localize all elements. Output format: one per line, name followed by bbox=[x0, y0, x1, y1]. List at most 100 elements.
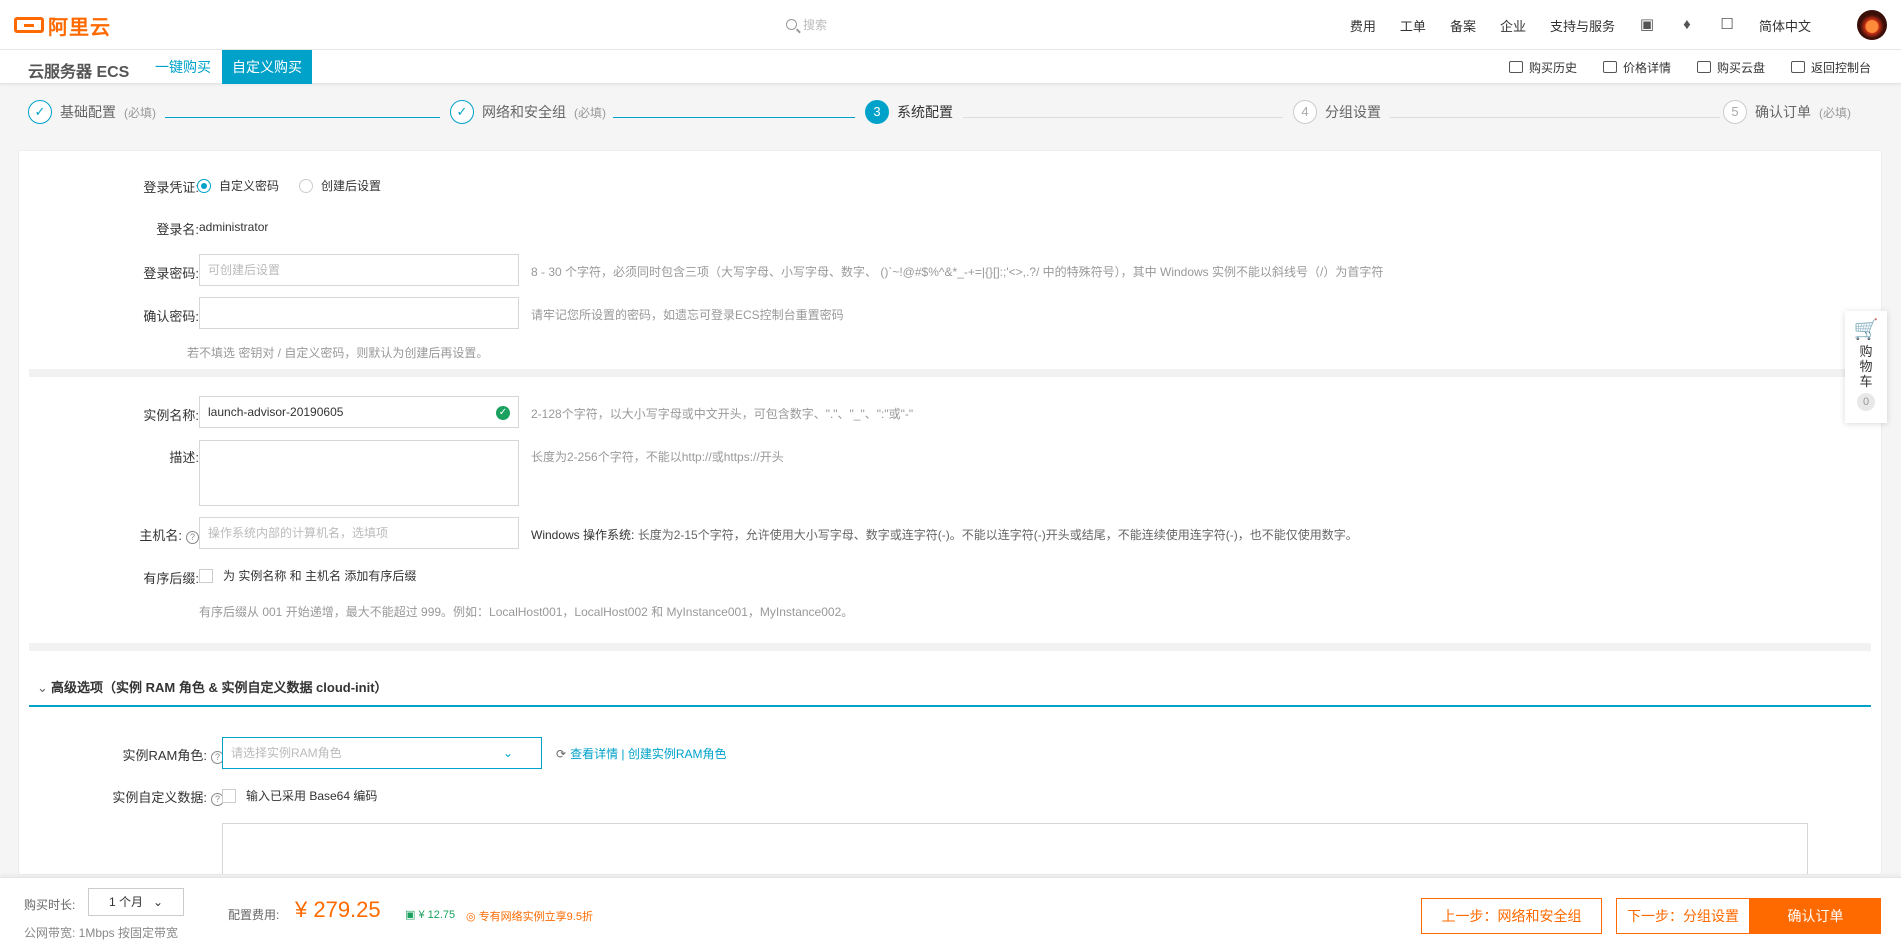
next-step-button[interactable]: 下一步：分组设置 bbox=[1616, 898, 1750, 934]
ram-role-links-text[interactable]: 查看详情 | 创建实例RAM角色 bbox=[570, 745, 726, 762]
description-label: 描述: bbox=[169, 450, 199, 465]
ram-role-label-text: 实例RAM角色: bbox=[122, 748, 207, 763]
back-console-link[interactable]: 返回控制台 bbox=[1790, 59, 1871, 76]
radio-custom-password[interactable]: 自定义密码 bbox=[197, 177, 279, 194]
step-basic[interactable]: ✓ 基础配置 (必填) bbox=[28, 100, 156, 124]
step-confirm[interactable]: 5 确认订单 (必填) bbox=[1723, 100, 1851, 124]
buy-disk-link[interactable]: 购买云盘 bbox=[1696, 59, 1765, 76]
history-cart-icon bbox=[1508, 60, 1523, 73]
login-note: 若不填选 密钥对 / 自定义密码，则默认为创建后再设置。 bbox=[187, 346, 489, 360]
nav-link-fees[interactable]: 费用 bbox=[1350, 16, 1376, 35]
description-hint: 长度为2-256个字符，不能以http://或https://开头 bbox=[531, 450, 784, 464]
user-data-label: 实例自定义数据:? bbox=[59, 787, 224, 806]
duration-select[interactable]: 1 个月 ⌄ bbox=[88, 888, 184, 916]
search-placeholder: 搜索 bbox=[803, 18, 828, 32]
step-group[interactable]: 4 分组设置 bbox=[1293, 100, 1381, 124]
subnav-actions: 购买历史 价格详情 购买云盘 返回控制台 bbox=[1508, 50, 1871, 84]
checkbox-icon bbox=[222, 788, 236, 803]
ram-role-placeholder: 请选择实例RAM角色 bbox=[231, 746, 342, 760]
confirm-password-input[interactable] bbox=[199, 297, 519, 329]
instance-name-value: launch-advisor-20190605 bbox=[208, 405, 344, 419]
fee-label: 配置费用: bbox=[228, 908, 280, 922]
aliyun-logo[interactable]: 阿里云 bbox=[14, 14, 111, 39]
global-search[interactable]: 搜索 bbox=[786, 16, 827, 33]
promo-icon: ◎ bbox=[466, 911, 476, 923]
radio-set-later[interactable]: 创建后设置 bbox=[299, 177, 381, 194]
seq-suffix-label: 有序后缀: bbox=[143, 571, 199, 586]
seq-suffix-checkbox[interactable]: 为 实例名称 和 主机名 添加有序后缀 bbox=[199, 567, 416, 584]
user-data-textarea[interactable] bbox=[222, 823, 1808, 874]
disk-icon bbox=[1696, 60, 1711, 73]
confirm-password-label: 确认密码: bbox=[143, 309, 199, 324]
avatar[interactable] bbox=[1857, 10, 1887, 40]
top-links: 费用 工单 备案 企业 支持与服务 ▣ ♦ ☐ 简体中文 bbox=[1350, 0, 1811, 50]
ram-role-select[interactable]: 请选择实例RAM角色 ⌄ bbox=[222, 737, 542, 769]
help-icon[interactable]: ? bbox=[186, 531, 199, 544]
step-number: 4 bbox=[1293, 100, 1317, 124]
advanced-options-title: 高级选项（实例 RAM 角色 & 实例自定义数据 cloud-init） bbox=[51, 680, 388, 695]
instance-name-input[interactable]: launch-advisor-20190605 ✓ bbox=[199, 396, 519, 428]
bandwidth-info: 公网带宽: 1Mbps 按固定带宽 bbox=[24, 926, 179, 940]
logo-text: 阿里云 bbox=[48, 16, 111, 39]
hostname-hint-os: Windows 操作系统: bbox=[531, 528, 635, 542]
bell-icon[interactable]: ♦ bbox=[1679, 17, 1695, 32]
price-detail-label: 价格详情 bbox=[1622, 60, 1671, 75]
floating-cart[interactable]: 🛒 购物车 0 bbox=[1845, 311, 1887, 423]
step-required: (必填) bbox=[124, 105, 156, 120]
ram-role-links[interactable]: ⟳ 查看详情 | 创建实例RAM角色 bbox=[556, 745, 727, 762]
purchase-history-link[interactable]: 购买历史 bbox=[1508, 59, 1577, 76]
step-label: 基础配置 bbox=[60, 104, 116, 120]
radio-unchecked-icon bbox=[299, 178, 313, 193]
advanced-options-header[interactable]: ⌄ 高级选项（实例 RAM 角色 & 实例自定义数据 cloud-init） bbox=[29, 671, 1871, 707]
prev-step-button[interactable]: 上一步：网络和安全组 bbox=[1421, 898, 1602, 934]
terminal-icon[interactable]: ▣ bbox=[1639, 17, 1655, 32]
nav-link-tickets[interactable]: 工单 bbox=[1400, 16, 1426, 35]
step-required: (必填) bbox=[1819, 105, 1851, 120]
step-label: 确认订单 bbox=[1755, 104, 1811, 120]
step-system[interactable]: 3 系统配置 bbox=[865, 100, 953, 124]
description-textarea[interactable] bbox=[199, 440, 519, 506]
refresh-icon[interactable]: ⟳ bbox=[556, 747, 566, 761]
purchase-history-label: 购买历史 bbox=[1528, 60, 1577, 75]
password-input[interactable]: 可创建后设置 bbox=[199, 254, 519, 286]
hostname-placeholder: 操作系统内部的计算机名，选填项 bbox=[208, 526, 389, 540]
back-console-label: 返回控制台 bbox=[1810, 60, 1871, 75]
price-detail-link[interactable]: 价格详情 bbox=[1602, 59, 1671, 76]
confirm-order-button[interactable]: 确认订单 bbox=[1750, 898, 1881, 934]
product-subnav: 云服务器 ECS 一键购买 自定义购买 购买历史 价格详情 购买云盘 返回控制台 bbox=[0, 50, 1901, 84]
saving-amount: ▣ ¥ 12.75 bbox=[405, 908, 455, 921]
step-number: 5 bbox=[1723, 100, 1747, 124]
nav-link-icp[interactable]: 备案 bbox=[1450, 16, 1476, 35]
price-icon bbox=[1602, 60, 1617, 73]
base64-checkbox[interactable]: 输入已采用 Base64 编码 bbox=[222, 787, 377, 804]
login-cred-label: 登录凭证: bbox=[143, 180, 199, 195]
tab-custom-buy[interactable]: 自定义购买 bbox=[222, 50, 312, 84]
product-title: 云服务器 ECS bbox=[28, 64, 130, 81]
buy-disk-label: 购买云盘 bbox=[1716, 60, 1765, 75]
login-name-label: 登录名: bbox=[156, 222, 199, 237]
nav-link-support[interactable]: 支持与服务 bbox=[1550, 16, 1615, 35]
tab-quick-buy[interactable]: 一键购买 bbox=[145, 50, 221, 84]
cart-icon[interactable]: ☐ bbox=[1719, 17, 1735, 32]
radio-label: 自定义密码 bbox=[219, 179, 280, 193]
valid-check-icon: ✓ bbox=[496, 406, 510, 420]
step-network[interactable]: ✓ 网络和安全组 (必填) bbox=[450, 100, 606, 124]
hostname-input[interactable]: 操作系统内部的计算机名，选填项 bbox=[199, 517, 519, 549]
hostname-hint: Windows 操作系统: 长度为2-15个字符，允许使用大小写字母、数字或连字… bbox=[531, 526, 1358, 543]
promo-label: 专有网络实例立享9.5折 bbox=[478, 911, 593, 923]
seq-suffix-text: 为 实例名称 和 主机名 添加有序后缀 bbox=[223, 569, 417, 583]
hostname-label-text: 主机名: bbox=[139, 528, 182, 543]
seq-suffix-hint: 有序后缀从 001 开始递增，最大不能超过 999。例如：LocalHost00… bbox=[199, 605, 854, 619]
login-password-label: 登录密码: bbox=[143, 266, 199, 281]
language-switch[interactable]: 简体中文 bbox=[1759, 16, 1811, 35]
logo-icon bbox=[14, 17, 44, 33]
duration-label: 购买时长: bbox=[24, 898, 76, 912]
radio-label: 创建后设置 bbox=[321, 179, 382, 193]
cart-count: 0 bbox=[1857, 393, 1875, 411]
cart-icon: 🛒 bbox=[1853, 319, 1879, 341]
search-icon bbox=[786, 19, 797, 30]
purchase-steps: ✓ 基础配置 (必填) ✓ 网络和安全组 (必填) 3 系统配置 4 分组设置 … bbox=[0, 100, 1901, 134]
password-hint: 8 - 30 个字符，必须同时包含三项（大写字母、小写字母、数字、 ()`~!@… bbox=[531, 265, 1384, 279]
step-check-icon: ✓ bbox=[28, 100, 52, 124]
nav-link-enterprise[interactable]: 企业 bbox=[1500, 16, 1526, 35]
